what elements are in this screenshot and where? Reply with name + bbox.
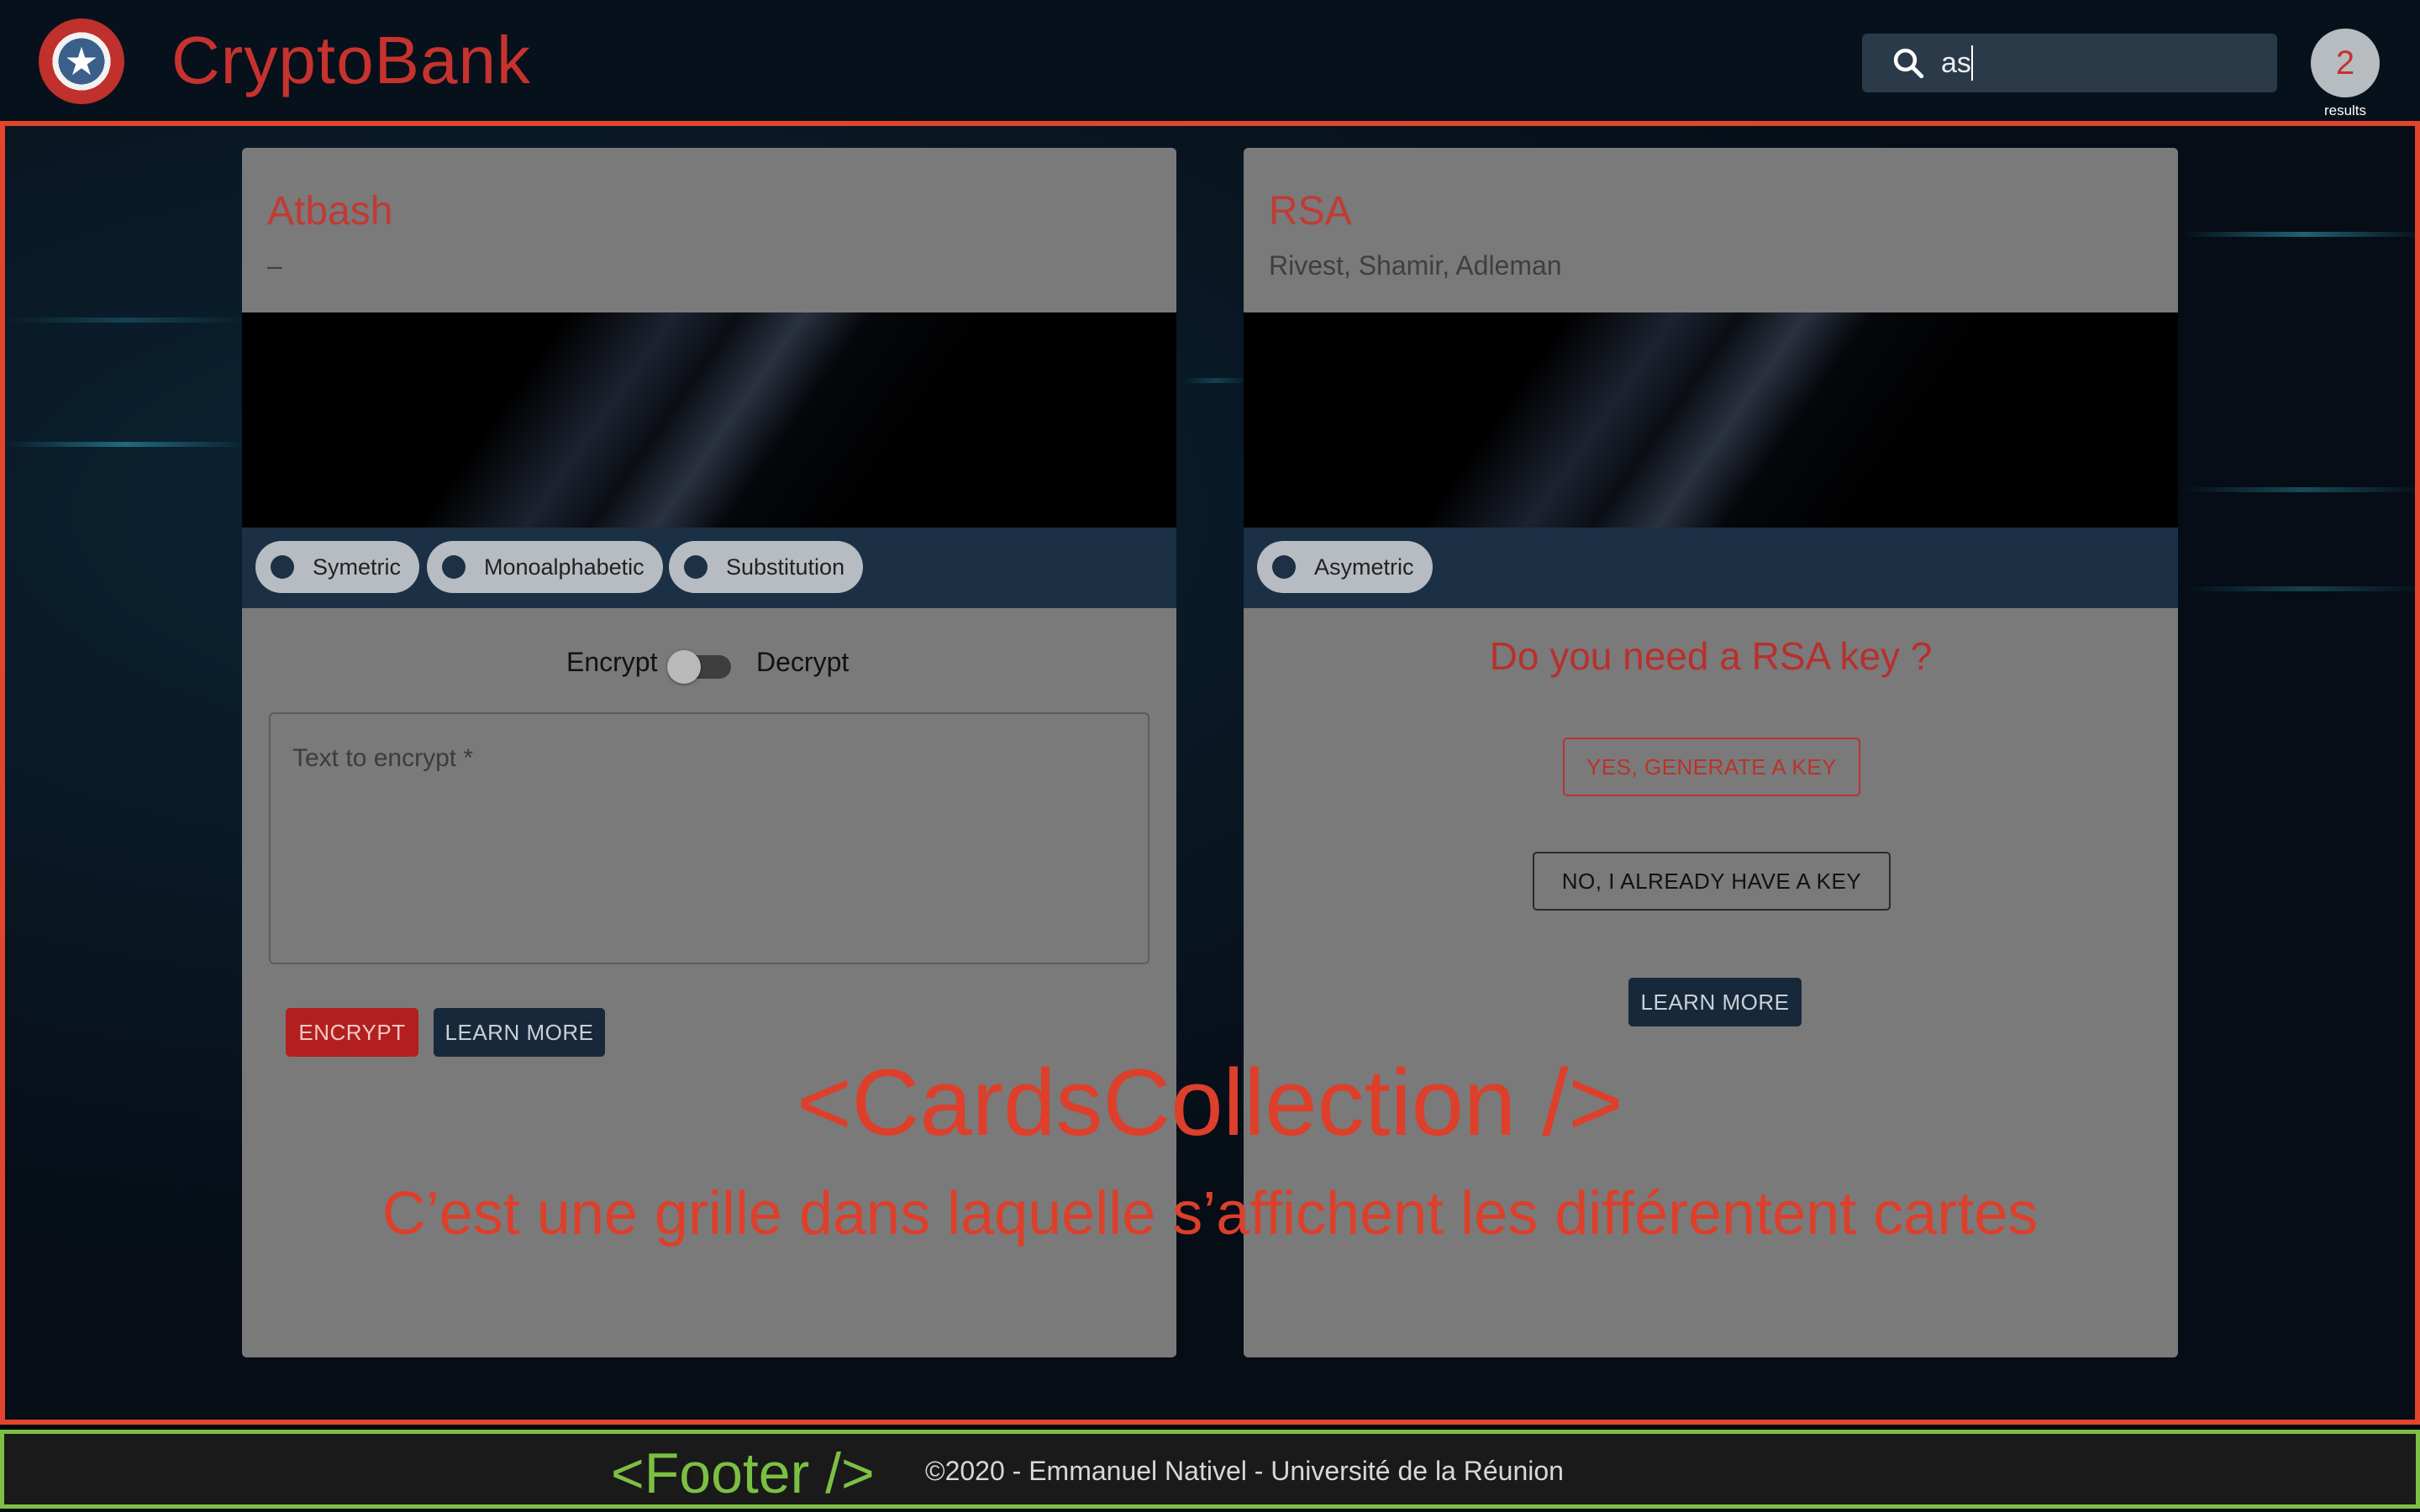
card-title: RSA	[1269, 189, 1352, 234]
chip-dot-icon	[684, 555, 708, 579]
card-subtitle: –	[267, 250, 282, 281]
card-banner-image	[1244, 312, 2178, 528]
tag-bar: Symetric Monoalphabetic Substitution	[242, 528, 1176, 608]
cards-collection-annotation: <CardsCollection />	[797, 1050, 1623, 1155]
chip-label: Asymetric	[1314, 554, 1414, 580]
card-header: RSA Rivest, Shamir, Adleman	[1244, 148, 2178, 312]
results-count-label: results	[2323, 102, 2367, 118]
chip-dot-icon	[1272, 555, 1296, 579]
card-header: Atbash –	[242, 148, 1176, 312]
app-title[interactable]: CryptoBank	[171, 22, 531, 99]
learn-more-button[interactable]: LEARN MORE	[1628, 978, 1802, 1026]
captain-shield-logo[interactable]: ★	[39, 18, 124, 104]
encrypt-decrypt-toggle[interactable]	[667, 650, 731, 684]
encrypt-label: Encrypt	[566, 647, 658, 677]
text-field-placeholder: Text to encrypt *	[292, 744, 474, 772]
chip-label: Symetric	[313, 554, 402, 580]
text-caret	[1971, 45, 1973, 81]
search-bar[interactable]	[1862, 34, 2277, 92]
generate-key-button[interactable]: YES, GENERATE A KEY	[1563, 738, 1860, 796]
results-count-badge: 2	[2311, 29, 2380, 97]
chip-label: Monoalphabetic	[484, 554, 644, 580]
have-key-button[interactable]: NO, I ALREADY HAVE A KEY	[1533, 852, 1891, 911]
chip-label: Substitution	[726, 554, 845, 580]
decrypt-label: Decrypt	[756, 647, 850, 677]
rsa-card: RSA Rivest, Shamir, Adleman Asymetric Do…	[1244, 148, 2178, 1357]
background-streak	[2181, 232, 2415, 237]
footer-annotation: <Footer />	[611, 1441, 875, 1505]
text-to-encrypt-field[interactable]: Text to encrypt *	[269, 712, 1150, 964]
card-title: Atbash	[267, 189, 393, 234]
rsa-key-question: Do you need a RSA key ?	[1489, 634, 1933, 678]
footer-copyright: ©2020 - Emmanuel Nativel - Université de…	[925, 1456, 1564, 1486]
background-streak	[2181, 586, 2415, 591]
tag-chip-monoalphabetic[interactable]: Monoalphabetic	[427, 541, 663, 593]
chip-dot-icon	[442, 555, 466, 579]
background-streak	[2181, 487, 2415, 492]
card-subtitle: Rivest, Shamir, Adleman	[1269, 250, 1562, 281]
search-input[interactable]	[1941, 34, 2260, 92]
star-icon: ★	[64, 39, 99, 84]
background-streak	[5, 442, 247, 447]
atbash-card: Atbash – Symetric Monoalphabetic Substit…	[242, 148, 1176, 1357]
card-banner-image	[242, 312, 1176, 528]
background-streak	[1181, 378, 1249, 383]
app-header: ★ CryptoBank 2 results	[0, 0, 2420, 121]
page-footer: <Footer /> ©2020 - Emmanuel Nativel - Un…	[0, 1430, 2420, 1509]
cards-collection-description: C’est une grille dans laquelle s’affiche…	[381, 1180, 2039, 1247]
background-streak	[5, 318, 247, 323]
chip-dot-icon	[271, 555, 294, 579]
tag-chip-substitution[interactable]: Substitution	[669, 541, 864, 593]
tag-chip-symetric[interactable]: Symetric	[255, 541, 420, 593]
toggle-knob	[667, 650, 701, 684]
tag-chip-asymetric[interactable]: Asymetric	[1257, 541, 1433, 593]
tag-bar: Asymetric	[1244, 528, 2178, 608]
cards-collection: Atbash – Symetric Monoalphabetic Substit…	[0, 121, 2420, 1425]
search-icon	[1893, 48, 1924, 79]
